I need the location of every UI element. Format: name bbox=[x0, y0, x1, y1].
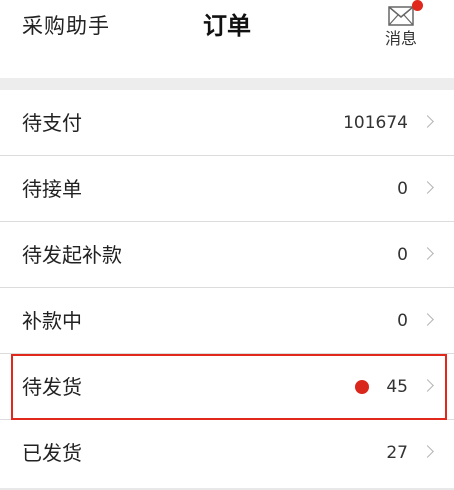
row-label: 补款中 bbox=[22, 309, 82, 333]
row-label: 待发货 bbox=[22, 375, 82, 399]
chevron-right-icon bbox=[421, 247, 434, 260]
chevron-right-icon bbox=[421, 115, 434, 128]
chevron-right-icon bbox=[421, 181, 434, 194]
unread-dot bbox=[355, 380, 369, 394]
order-row-supplementing[interactable]: 补款中 0 bbox=[0, 288, 454, 354]
page-title: 订单 bbox=[203, 12, 251, 40]
order-row-pending-shipment[interactable]: 待发货 45 bbox=[0, 354, 454, 420]
row-label: 已发货 bbox=[22, 441, 82, 465]
orders-screen: 采购助手 订单 消息 待支付 101674 待接单 0 待发起补款 0 补款中 … bbox=[0, 0, 454, 490]
row-label: 待发起补款 bbox=[22, 243, 122, 267]
row-count: 45 bbox=[386, 377, 408, 397]
chevron-right-icon bbox=[421, 313, 434, 326]
chevron-right-icon bbox=[421, 445, 434, 458]
notification-badge bbox=[412, 0, 423, 11]
row-label: 待支付 bbox=[22, 111, 82, 135]
header-bar: 采购助手 订单 消息 bbox=[0, 0, 454, 60]
envelope-icon bbox=[388, 6, 414, 26]
order-row-pending-acceptance[interactable]: 待接单 0 bbox=[0, 156, 454, 222]
order-status-list: 待支付 101674 待接单 0 待发起补款 0 补款中 0 待发货 45 已发… bbox=[0, 90, 454, 486]
section-divider bbox=[0, 78, 454, 90]
order-row-shipped[interactable]: 已发货 27 bbox=[0, 420, 454, 486]
order-row-pending-payment[interactable]: 待支付 101674 bbox=[0, 90, 454, 156]
row-count: 101674 bbox=[343, 113, 408, 133]
row-count: 27 bbox=[386, 443, 408, 463]
order-row-pending-supplement[interactable]: 待发起补款 0 bbox=[0, 222, 454, 288]
row-count: 0 bbox=[397, 179, 408, 199]
messages-label: 消息 bbox=[384, 29, 417, 48]
messages-button[interactable]: 消息 bbox=[380, 0, 426, 54]
chevron-right-icon bbox=[421, 379, 434, 392]
row-label: 待接单 bbox=[22, 177, 82, 201]
back-link[interactable]: 采购助手 bbox=[22, 11, 110, 41]
row-count: 0 bbox=[397, 311, 408, 331]
row-count: 0 bbox=[397, 245, 408, 265]
